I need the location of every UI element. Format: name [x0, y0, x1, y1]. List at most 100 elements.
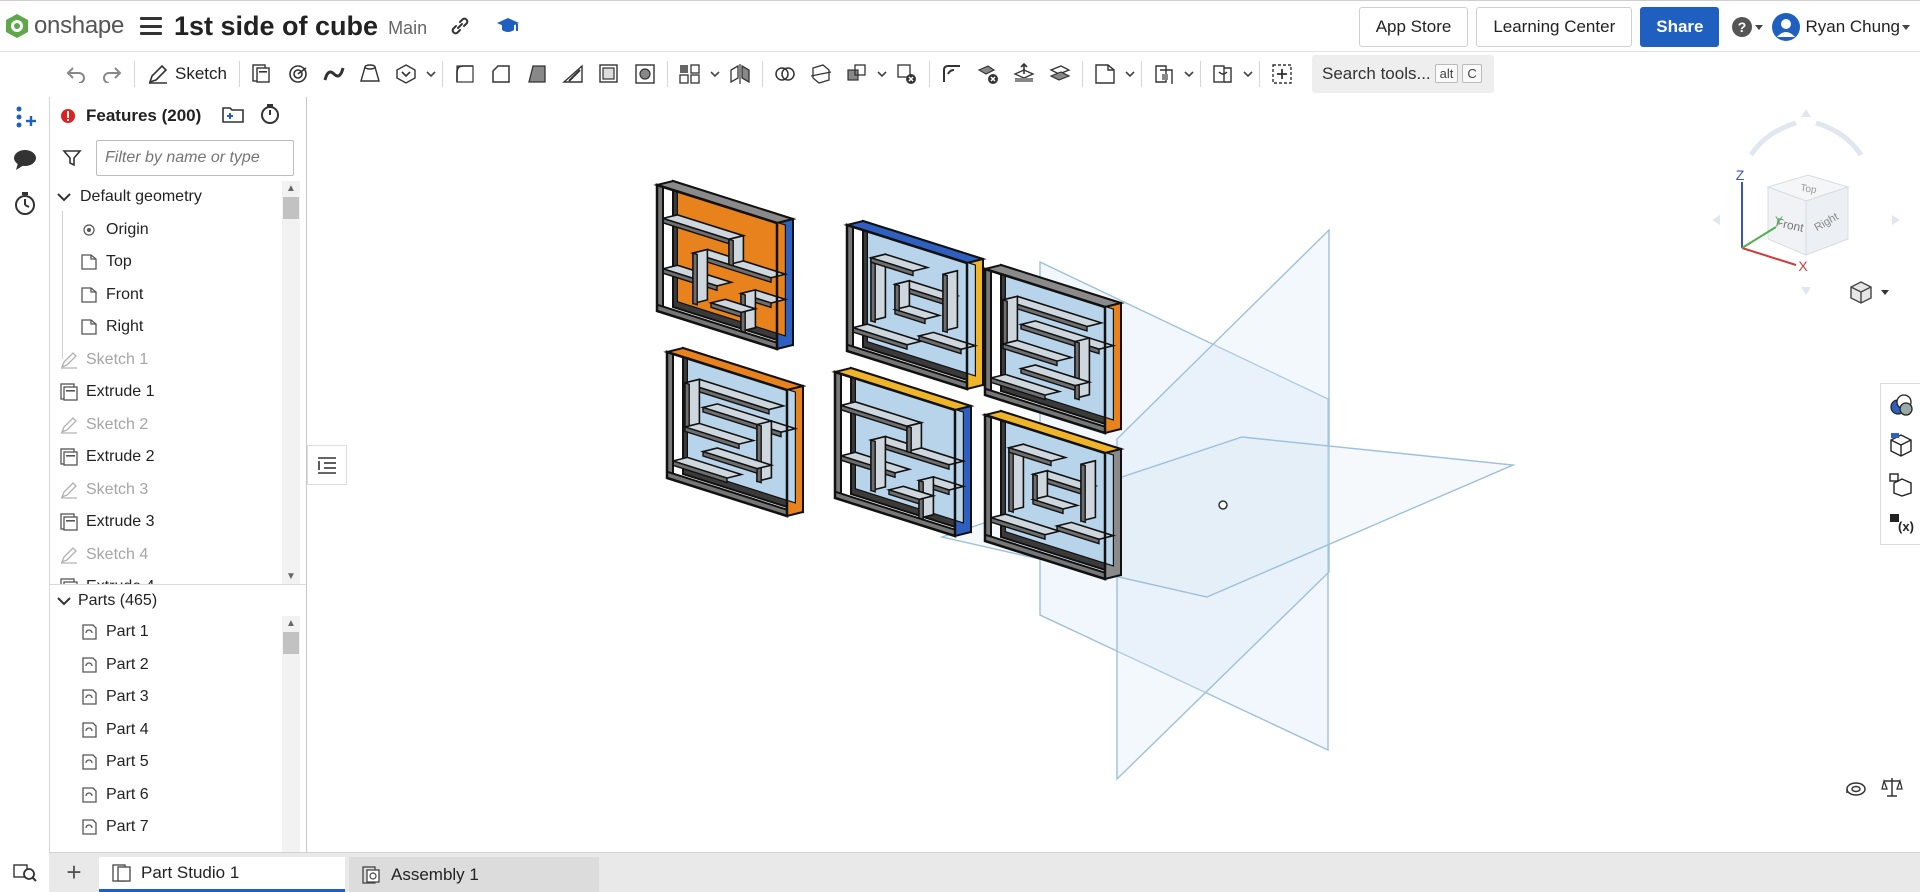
section-view-button[interactable] — [1838, 769, 1874, 805]
measure-button[interactable] — [1881, 464, 1920, 504]
tool-dropdown-caret[interactable] — [1182, 56, 1196, 92]
feature-item-sketch[interactable]: Sketch 3 — [50, 474, 280, 507]
maze-part-2[interactable] — [843, 219, 987, 391]
comments-button[interactable] — [0, 138, 49, 181]
extrude-tool-button[interactable] — [244, 56, 280, 92]
hole-tool-button[interactable] — [627, 56, 663, 92]
mass-properties-button[interactable] — [1874, 769, 1910, 805]
delete-part-tool-button[interactable] — [889, 56, 925, 92]
add-tab-button[interactable]: + — [49, 852, 99, 892]
maze-part-5[interactable] — [831, 366, 975, 538]
link-icon[interactable] — [445, 11, 475, 41]
tool-dropdown-caret[interactable] — [424, 56, 438, 92]
appearance-button[interactable] — [1881, 384, 1920, 424]
feature-item-extrude[interactable]: Extrude 4 — [50, 571, 280, 584]
feature-panel: Features (200) Default geometry Origin To… — [49, 97, 307, 864]
chamfer-tool-button[interactable] — [483, 56, 519, 92]
feature-item-sketch[interactable]: Sketch 2 — [50, 409, 280, 442]
tool-dropdown-caret[interactable] — [708, 56, 722, 92]
feature-item-extrude[interactable]: Extrude 2 — [50, 441, 280, 474]
sketch-button[interactable]: Sketch — [139, 56, 235, 92]
version-history-button[interactable] — [0, 181, 49, 224]
part-item[interactable]: Part 4 — [50, 714, 280, 747]
loft-tool-button[interactable] — [352, 56, 388, 92]
feature-panel-collapse-button[interactable] — [307, 445, 347, 485]
tool-dropdown-caret[interactable] — [1123, 56, 1137, 92]
search-tabs-button[interactable] — [0, 852, 49, 892]
feature-scroll-thumb[interactable] — [283, 197, 299, 219]
view-mode-dropdown[interactable] — [1849, 280, 1891, 304]
boolean-tool-button[interactable] — [767, 56, 803, 92]
graphics-viewport[interactable]: Top Front Right Z X Y (x) — [307, 97, 1920, 852]
transform-tool-button[interactable] — [839, 56, 875, 92]
undo-button[interactable] — [58, 56, 94, 92]
replace-face-tool-button[interactable] — [1042, 56, 1078, 92]
part-properties-button[interactable] — [1881, 424, 1920, 464]
surface-tool-button[interactable] — [1205, 56, 1241, 92]
shell-tool-button[interactable] — [591, 56, 627, 92]
maze-part-4[interactable] — [663, 346, 807, 518]
plane-tool-button[interactable] — [1087, 56, 1123, 92]
model-scene[interactable] — [307, 97, 1920, 852]
fillet-tool-button[interactable] — [447, 56, 483, 92]
add-custom-tool-button[interactable] — [1264, 56, 1300, 92]
revolve-tool-button[interactable] — [280, 56, 316, 92]
document-title[interactable]: 1st side of cube — [174, 11, 378, 42]
feature-item-extrude[interactable]: Extrude 3 — [50, 506, 280, 539]
app-store-button[interactable]: App Store — [1358, 7, 1469, 47]
part-item[interactable]: Part 3 — [50, 681, 280, 714]
parts-folder-header[interactable]: Parts (465) — [50, 584, 306, 616]
search-tools-button[interactable]: Search tools... alt C — [1311, 54, 1494, 93]
feature-item-sketch[interactable]: Sketch 1 — [50, 344, 280, 377]
tab-assembly[interactable]: Assembly 1 — [349, 857, 599, 892]
tool-dropdown-caret[interactable] — [875, 56, 889, 92]
part-item[interactable]: Part 1 — [50, 616, 280, 649]
move-face-tool-button[interactable] — [1006, 56, 1042, 92]
sheet-metal-tool-button[interactable] — [1146, 56, 1182, 92]
thicken-tool-button[interactable] — [388, 56, 424, 92]
part-item[interactable]: Part 2 — [50, 649, 280, 682]
document-menu-button[interactable] — [140, 17, 162, 35]
feature-item-extrude[interactable]: Extrude 1 — [50, 376, 280, 409]
help-menu[interactable]: ? — [1731, 16, 1765, 38]
modify-fillet-tool-button[interactable] — [934, 56, 970, 92]
feature-item-origin[interactable]: Origin — [50, 214, 280, 247]
feature-item-plane[interactable]: Right — [50, 311, 280, 344]
origin-marker[interactable] — [1218, 500, 1228, 510]
tab-part-studio[interactable]: Part Studio 1 — [99, 857, 345, 892]
part-item[interactable]: Part 7 — [50, 811, 280, 844]
draft-tool-button[interactable] — [519, 56, 555, 92]
tool-dropdown-caret[interactable] — [1241, 56, 1255, 92]
parts-scroll-thumb[interactable] — [283, 632, 299, 654]
feature-item-plane[interactable]: Top — [50, 246, 280, 279]
redo-button[interactable] — [94, 56, 130, 92]
learning-mortarboard-icon[interactable] — [493, 11, 523, 41]
delete-face-tool-button[interactable] — [970, 56, 1006, 92]
feature-item-plane[interactable]: Front — [50, 279, 280, 312]
parts-list-scrollbar[interactable]: ▲ ▼ — [282, 616, 300, 864]
rib-tool-button[interactable] — [555, 56, 591, 92]
part-item[interactable]: Part 6 — [50, 779, 280, 812]
mirror-tool-button[interactable] — [722, 56, 758, 92]
learning-center-button[interactable]: Learning Center — [1476, 7, 1633, 47]
user-menu[interactable]: Ryan Chung — [1771, 12, 1912, 42]
share-button[interactable]: Share — [1640, 7, 1720, 47]
feature-tree-scrollbar[interactable]: ▲ ▼ — [282, 181, 300, 584]
part-item[interactable]: Part 5 — [50, 746, 280, 779]
sweep-tool-button[interactable] — [316, 56, 352, 92]
onshape-logo[interactable]: onshape — [4, 12, 124, 40]
shortcut-key-c: C — [1462, 64, 1482, 83]
variables-button[interactable]: (x) — [1881, 504, 1920, 544]
view-cube[interactable]: Top Front Right Z X Y — [1706, 107, 1906, 297]
split-tool-button[interactable] — [803, 56, 839, 92]
feature-item-sketch[interactable]: Sketch 4 — [50, 539, 280, 572]
rollback-timer-button[interactable] — [259, 103, 281, 130]
maze-part-1[interactable] — [653, 179, 797, 351]
insert-button[interactable] — [0, 95, 49, 138]
branch-name[interactable]: Main — [388, 18, 427, 39]
pattern-tool-button[interactable] — [672, 56, 708, 92]
filter-icon[interactable] — [62, 148, 82, 168]
filter-input[interactable] — [96, 140, 294, 176]
new-folder-button[interactable] — [221, 104, 245, 129]
default-geometry-folder[interactable]: Default geometry — [50, 181, 280, 214]
